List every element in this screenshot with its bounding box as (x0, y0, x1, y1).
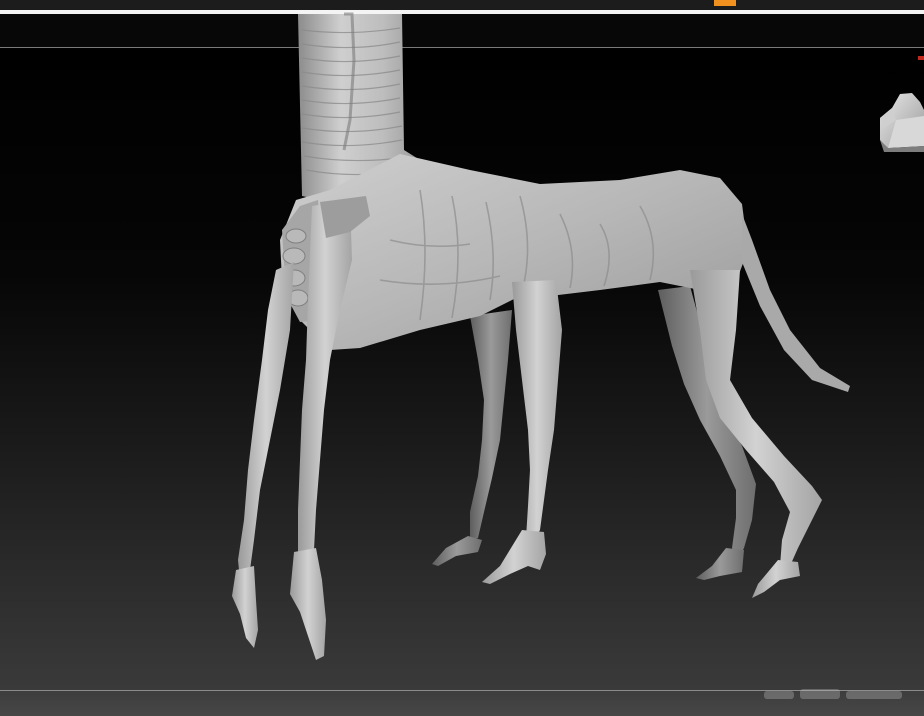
app-window (0, 0, 924, 716)
watermark-logo (764, 689, 902, 699)
far-front-leg (432, 310, 512, 566)
sculpt-creature-model[interactable] (0, 0, 924, 716)
tail (742, 214, 850, 392)
left-arm (232, 262, 294, 648)
